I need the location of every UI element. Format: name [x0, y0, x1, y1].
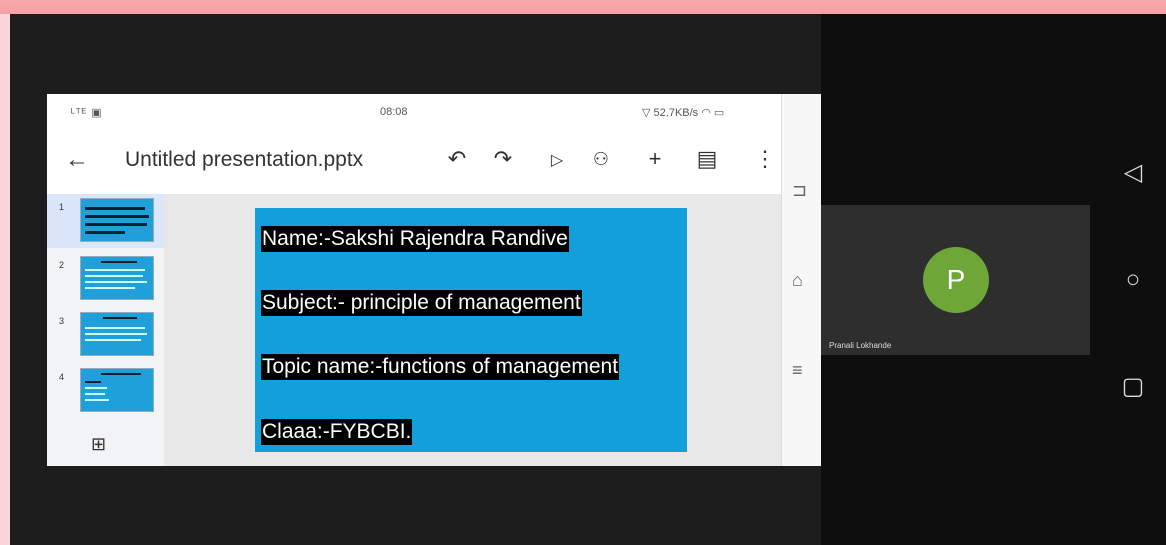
- status-time: 08:08: [380, 106, 408, 118]
- slide-preview: [80, 312, 154, 356]
- slide-number: 4: [59, 372, 65, 382]
- avatar: P: [923, 247, 989, 313]
- slide-preview: [80, 368, 154, 412]
- shared-phone-screen: ᴸᵀᴱ ▣ 08:08 ▽ 52.7KB/s ◠ ▭ ← Untitled pr…: [47, 94, 821, 466]
- slide-preview: [80, 256, 154, 300]
- square-recents-icon[interactable]: ▢: [1118, 372, 1148, 401]
- current-slide[interactable]: Name:-Sakshi Rajendra Randive Subject:- …: [255, 208, 687, 452]
- home-icon[interactable]: ⌂: [792, 270, 803, 291]
- slide-number: 3: [59, 316, 65, 326]
- document-title[interactable]: Untitled presentation.pptx: [125, 148, 363, 172]
- slide-thumbnail[interactable]: 3: [47, 308, 164, 362]
- phone-status-bar: ᴸᵀᴱ ▣ 08:08 ▽ 52.7KB/s ◠ ▭: [47, 94, 781, 130]
- slide-thumbnail[interactable]: 2: [47, 252, 164, 306]
- recents-icon[interactable]: ⊐: [792, 180, 807, 201]
- slide-editor: Name:-Sakshi Rajendra Randive Subject:- …: [164, 194, 781, 466]
- video-call-screen: ᴸᵀᴱ ▣ 08:08 ▽ 52.7KB/s ◠ ▭ ← Untitled pr…: [10, 14, 1166, 545]
- wifi-icon: ◠: [701, 107, 711, 119]
- add-person-icon[interactable]: ⚇: [587, 149, 615, 170]
- more-vertical-icon[interactable]: ⋮: [751, 146, 779, 172]
- slide-number: 1: [59, 202, 65, 212]
- slide-thumbnail[interactable]: 1: [47, 194, 164, 248]
- system-nav-bar: ◁ ○ ▢: [1100, 14, 1166, 545]
- menu-icon[interactable]: ≡: [792, 360, 803, 381]
- circle-home-icon[interactable]: ○: [1118, 266, 1148, 294]
- battery-icon: ▭: [713, 107, 725, 119]
- plus-icon[interactable]: +: [641, 146, 669, 172]
- arrow-left-icon[interactable]: ←: [65, 146, 89, 174]
- undo-icon[interactable]: ↶: [443, 146, 471, 172]
- play-icon[interactable]: ▷: [543, 150, 571, 170]
- slide-line-topic: Topic name:-functions of management: [261, 354, 620, 380]
- slide-thumbnail-panel: 1 2 3 4 ⊞: [47, 194, 164, 466]
- triangle-back-icon[interactable]: ◁: [1118, 158, 1148, 187]
- slide-preview: [80, 198, 154, 242]
- new-slide-icon[interactable]: ⊞: [91, 434, 106, 455]
- slide-line-subject: Subject:- principle of management: [261, 290, 582, 316]
- slide-number: 2: [59, 260, 65, 270]
- slides-app-bar: ← Untitled presentation.pptx ↶ ↷ ▷ ⚇ + ▤…: [47, 132, 781, 194]
- phone-nav-strip: ⊐ ⌂ ≡: [781, 94, 821, 466]
- screen-share-area: ᴸᵀᴱ ▣ 08:08 ▽ 52.7KB/s ◠ ▭ ← Untitled pr…: [10, 14, 821, 545]
- comment-icon[interactable]: ▤: [693, 146, 721, 172]
- participant-tile[interactable]: P Pranali Lokhande: [821, 205, 1090, 355]
- network-speed: 52.7KB/s: [653, 107, 699, 119]
- slide-line-name: Name:-Sakshi Rajendra Randive: [261, 226, 569, 252]
- signal-indicator: ᴸᵀᴱ ▣: [71, 107, 103, 119]
- slide-thumbnail[interactable]: 4: [47, 364, 164, 418]
- redo-icon[interactable]: ↷: [489, 146, 517, 172]
- network-speed-icon: ▽: [642, 107, 651, 119]
- slide-line-class: Claaa:-FYBCBI.: [261, 419, 413, 445]
- status-right: ▽ 52.7KB/s ◠ ▭: [642, 106, 724, 119]
- participant-name: Pranali Lokhande: [829, 341, 892, 350]
